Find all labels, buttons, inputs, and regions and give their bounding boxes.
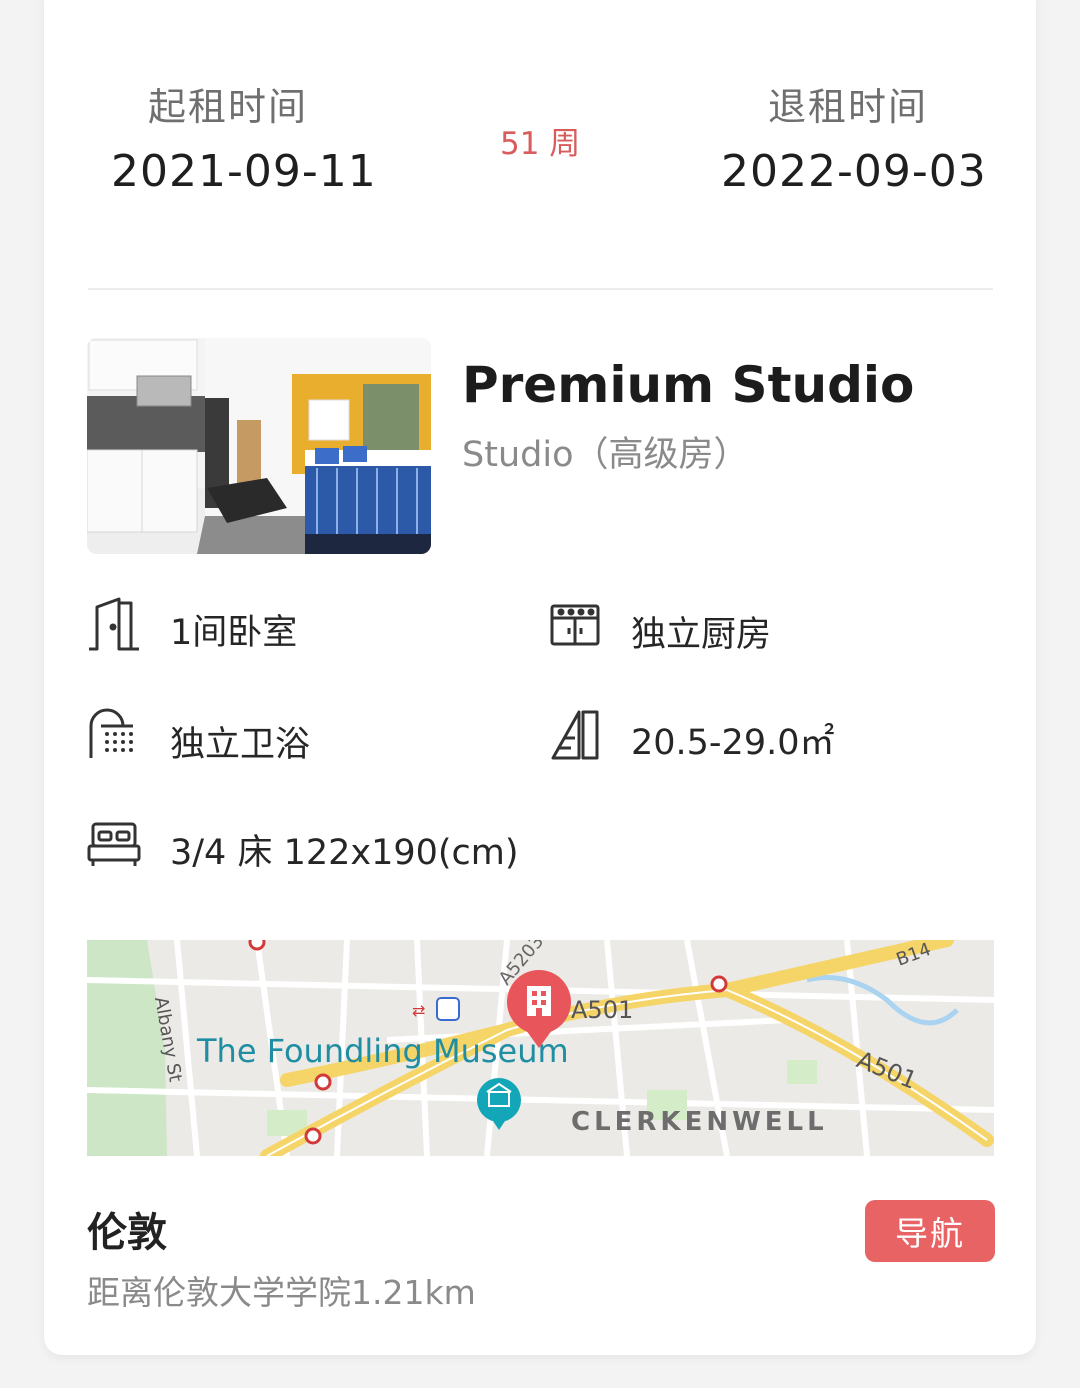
- room-name: Premium Studio: [462, 356, 915, 414]
- location-distance: 距离伦敦大学学院1.21km: [87, 1273, 476, 1312]
- location-map[interactable]: ⇄ The Foundling Museum CLERKENWELL A501 …: [87, 940, 994, 1156]
- shower-icon: [87, 706, 141, 760]
- map-label-road1: A501: [571, 996, 633, 1024]
- feature-area: 20.5-29.0㎡: [631, 723, 835, 763]
- divider: [88, 288, 993, 290]
- area-icon: [549, 708, 603, 762]
- start-date-value: 2021-09-11: [111, 146, 377, 197]
- feature-kitchen: 独立厨房: [631, 615, 772, 655]
- room-subtitle: Studio（高级房）: [462, 435, 749, 475]
- feature-bed: 3/4 床 122x190(cm): [170, 833, 519, 873]
- location-city: 伦敦: [87, 1210, 167, 1256]
- room-photo-illustration: [87, 338, 431, 554]
- lease-duration: 51 周: [500, 126, 581, 162]
- map-label-district: CLERKENWELL: [571, 1107, 828, 1137]
- feature-bathroom: 独立卫浴: [170, 725, 311, 765]
- door-icon: [87, 597, 141, 651]
- feature-bedroom: 1间卧室: [170, 613, 298, 653]
- start-date-label: 起租时间: [148, 85, 309, 129]
- end-date-label: 退租时间: [768, 85, 929, 129]
- map-illustration: ⇄ The Foundling Museum CLERKENWELL A501 …: [87, 940, 994, 1156]
- navigate-button[interactable]: 导航: [865, 1200, 995, 1262]
- map-label-museum: The Foundling Museum: [196, 1032, 569, 1070]
- kitchen-icon: [549, 598, 603, 652]
- bed-icon: [87, 816, 141, 870]
- svg-text:⇄: ⇄: [412, 1001, 425, 1020]
- room-photo[interactable]: [87, 338, 431, 554]
- end-date-value: 2022-09-03: [721, 146, 987, 197]
